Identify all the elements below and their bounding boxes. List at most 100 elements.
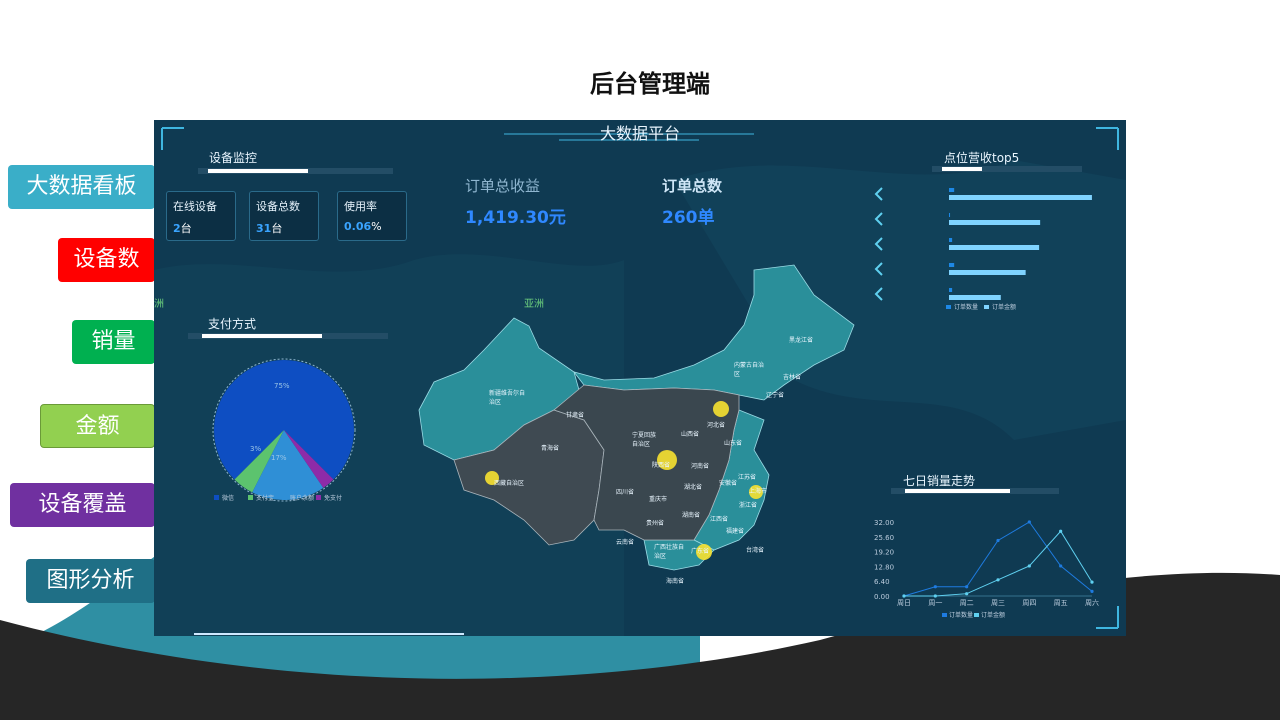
province-label: 青海省: [541, 445, 560, 452]
y-tick-label: 19.20: [874, 549, 894, 557]
bar-order-amount: [949, 195, 1092, 200]
top5-title: 点位营收top5: [944, 151, 1020, 165]
x-tick-label: 周五: [1054, 599, 1068, 607]
pie-title: 支付方式: [208, 317, 257, 331]
province-label: 黑龙江省: [789, 337, 814, 344]
y-tick-label: 6.40: [874, 578, 890, 586]
bar-order-amount: [949, 220, 1041, 225]
sidebar-item-amount[interactable]: 金额: [40, 404, 155, 448]
line-point: [965, 585, 969, 589]
province-label: 上海市: [749, 488, 768, 495]
pie-legend: 微信 支付宝 账户余额 免支付: [214, 494, 342, 502]
pie-data-label: 17%: [271, 454, 287, 462]
line-point: [1090, 580, 1094, 584]
province-label: 新疆维吾尔自治区: [489, 390, 526, 406]
x-tick-label: 周一: [928, 599, 942, 607]
seven-day-line-chart: 0.00 6.40 12.80 19.20 25.60 32.00 周日 周一 周二 周三 周四 周五…: [874, 519, 1099, 619]
y-tick-label: 12.80: [874, 563, 894, 571]
pie-title-bar: [188, 333, 388, 339]
dashboard-screenshot: 大数据平台 设备监控 在线设备 2台 设备总数 31台 使用率 0.06% 订单…: [154, 120, 1126, 636]
province-label: 四川省: [616, 489, 635, 496]
slide-title: 后台管理端: [590, 70, 710, 98]
province-label: 山西省: [681, 431, 700, 438]
sidebar-item-sales[interactable]: 销量: [72, 320, 155, 364]
x-tick-label: 周日: [897, 599, 911, 607]
province-label: 宁夏回族自治区: [632, 432, 657, 448]
sidebar-item-device-count[interactable]: 设备数: [58, 238, 155, 282]
y-tick-label: 32.00: [874, 519, 894, 527]
line-point: [965, 592, 969, 596]
x-tick-label: 周三: [991, 599, 1005, 607]
province-label: 浙江省: [739, 502, 758, 509]
bar-order-count: [949, 238, 953, 242]
province-label: 辽宁省: [766, 392, 785, 399]
y-tick-label: 25.60: [874, 534, 894, 542]
pie-legend-swatch: [214, 495, 219, 500]
province-label: 甘肃省: [566, 412, 585, 419]
province-label: 广西壮族自治区: [654, 544, 685, 560]
pie-data-label: 75%: [274, 382, 290, 390]
pie-legend-label: 免支付: [324, 494, 342, 502]
top5-bar-chart: 订单数量 订单金额: [946, 188, 1092, 311]
top5-legend-label: 订单金额: [992, 303, 1016, 311]
top5-legend-label: 订单数量: [954, 303, 978, 311]
province-label: 广东省: [691, 548, 710, 555]
line-point: [1059, 564, 1063, 568]
line-legend-swatch: [974, 613, 979, 617]
line-point: [1027, 520, 1031, 524]
sidebar-item-dashboard[interactable]: 大数据看板: [8, 165, 155, 209]
bar-order-amount: [949, 245, 1040, 250]
line-title-bar: [891, 488, 1059, 494]
line-point: [933, 594, 937, 598]
sidebar-item-graph-analysis[interactable]: 图形分析: [26, 559, 155, 603]
province-label: 江西省: [710, 516, 729, 523]
province-label: 重庆市: [649, 496, 668, 503]
top5-legend-swatch: [984, 305, 989, 309]
province-label: 江苏省: [738, 474, 757, 481]
line-point: [1027, 564, 1031, 568]
bar-order-count: [949, 188, 955, 192]
line-point: [933, 585, 937, 589]
sidebar-item-device-coverage[interactable]: 设备覆盖: [10, 483, 155, 527]
line-series: [903, 521, 1093, 597]
province-label: 山东省: [724, 440, 743, 447]
y-tick-label: 0.00: [874, 593, 890, 601]
bar-order-count: [949, 213, 951, 217]
province-label: 陕西省: [652, 462, 671, 469]
pie-legend-label: 账户余额: [290, 494, 314, 502]
line-legend-swatch: [942, 613, 947, 617]
province-label: 福建省: [726, 528, 745, 535]
pie-legend-swatch: [316, 495, 321, 500]
province-label: 西藏自治区: [494, 480, 525, 487]
pie-legend-label: 微信: [222, 494, 234, 502]
province-label: 贵州省: [646, 520, 665, 527]
province-label: 安徽省: [719, 480, 738, 487]
province-label: 河南省: [691, 463, 710, 470]
x-tick-label: 周六: [1085, 598, 1099, 607]
line-point: [996, 578, 1000, 582]
line-legend-label: 订单数量: [949, 611, 973, 619]
top5-title-bar: [932, 166, 1082, 172]
province-label: 海南省: [666, 578, 685, 585]
bar-order-amount: [949, 295, 1001, 300]
x-tick-label: 周二: [960, 599, 974, 607]
province-label: 云南省: [616, 539, 635, 546]
province-label: 内蒙古自治区: [734, 362, 765, 378]
province-label: 台湾省: [746, 547, 765, 554]
province-label: 吉林省: [783, 374, 802, 381]
province-label: 河北省: [707, 422, 726, 429]
line-legend-label: 订单金额: [981, 611, 1005, 619]
province-label: 湖北省: [684, 484, 703, 491]
payment-pie-chart: 75% 17% 3%: [212, 358, 356, 502]
x-tick-label: 周四: [1022, 599, 1036, 607]
line-point: [996, 538, 1000, 543]
top5-legend-swatch: [946, 305, 951, 309]
line-point: [1090, 589, 1094, 593]
bar-order-amount: [949, 270, 1026, 275]
bar-order-count: [949, 263, 955, 267]
pie-data-label: 3%: [250, 445, 261, 453]
bar-order-count: [949, 288, 953, 292]
pie-legend-swatch: [248, 495, 253, 500]
pie-legend-label: 支付宝: [256, 494, 274, 502]
line-point: [902, 594, 906, 598]
